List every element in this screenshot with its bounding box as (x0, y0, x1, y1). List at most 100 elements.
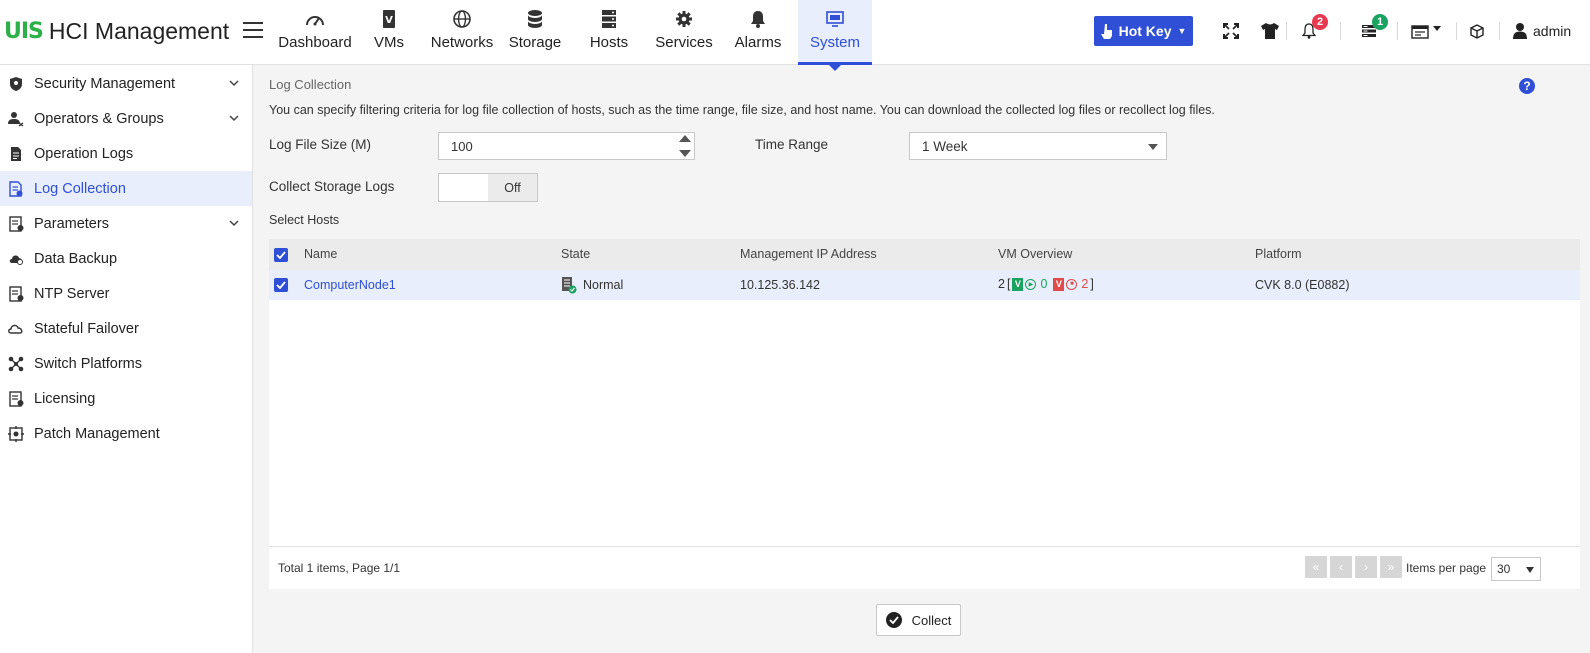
toggle-on-side (439, 174, 488, 201)
console-menu-icon[interactable] (1409, 20, 1445, 42)
bracket-close: ] (1090, 277, 1094, 291)
chevron-down-icon (228, 112, 240, 124)
server-icon (598, 8, 620, 30)
breadcrumb: Log Collection (269, 77, 352, 92)
select-all-checkbox[interactable] (274, 248, 288, 262)
row-checkbox[interactable] (274, 278, 288, 292)
speedometer-icon (304, 8, 326, 30)
nav-label: Dashboard (278, 34, 352, 51)
nav-alarms[interactable]: Alarms (718, 0, 798, 65)
ntp-icon (8, 285, 24, 302)
chevron-down-icon (228, 77, 240, 89)
column-header-platform[interactable]: Platform (1255, 247, 1302, 261)
task-badge: 1 (1372, 14, 1388, 30)
sidebar-item-label: Operators & Groups (34, 110, 164, 127)
failover-icon (8, 321, 24, 337)
collect-button[interactable]: Collect (876, 604, 961, 636)
items-per-page-label: Items per page (1406, 561, 1487, 575)
help-icon[interactable]: ? (1519, 78, 1535, 94)
uis-logo-mark: UIS (4, 18, 44, 44)
time-range-value: 1 Week (922, 138, 968, 154)
vm-stopped-count: 2 (1081, 277, 1089, 291)
sidebar-item-data-backup[interactable]: Data Backup (0, 241, 252, 276)
tasks-list-icon[interactable]: 1 (1358, 14, 1388, 42)
table-header: Name State Management IP Address VM Over… (269, 239, 1580, 270)
vm-icon: V (378, 8, 400, 30)
sidebar-item-parameters[interactable]: Parameters (0, 206, 252, 241)
hot-key-button[interactable]: Hot Key ▼ (1094, 16, 1193, 46)
sidebar-item-label: Data Backup (34, 250, 118, 267)
toolbar-divider (1456, 22, 1457, 40)
sidebar-item-label: Operation Logs (34, 145, 134, 162)
toolbar-divider (1499, 22, 1500, 40)
column-header-vm-overview[interactable]: VM Overview (998, 247, 1072, 261)
column-header-state[interactable]: State (561, 247, 590, 261)
fullscreen-icon[interactable] (1220, 20, 1242, 42)
sidebar-item-licensing[interactable]: Licensing (0, 381, 252, 416)
host-name-link[interactable]: ComputerNode1 (304, 278, 396, 292)
column-header-name[interactable]: Name (304, 247, 337, 261)
toolbar-divider (1397, 22, 1398, 40)
host-ip: 10.125.36.142 (740, 278, 820, 292)
collect-storage-logs-toggle[interactable]: Off (438, 173, 538, 202)
first-page-icon[interactable]: « (1305, 556, 1327, 578)
sidebar: Security Management Operators & Groups O… (0, 65, 253, 653)
sidebar-item-label: Switch Platforms (34, 355, 142, 372)
decrement-arrow-icon[interactable] (679, 150, 691, 157)
nav-vms[interactable]: V VMs (356, 0, 422, 65)
nav-label: Networks (430, 34, 494, 51)
sidebar-item-patch-management[interactable]: Patch Management (0, 416, 252, 451)
log-file-size-input[interactable]: 100 (438, 132, 695, 160)
document-icon (8, 146, 24, 162)
time-range-select[interactable]: 1 Week (909, 132, 1167, 160)
nav-networks[interactable]: Networks (422, 0, 502, 65)
column-header-ip[interactable]: Management IP Address (740, 247, 877, 261)
sidebar-item-label: Log Collection (34, 180, 126, 197)
notification-bell-icon[interactable]: 2 (1298, 14, 1328, 42)
time-range-label: Time Range (755, 137, 829, 152)
prev-page-icon[interactable]: ‹ (1330, 556, 1352, 578)
nav-hosts[interactable]: Hosts (568, 0, 650, 65)
bracket-open: [ (1006, 277, 1011, 291)
nav-system[interactable]: System (798, 0, 872, 71)
next-page-icon[interactable]: › (1355, 556, 1377, 578)
user-menu[interactable]: admin (1513, 20, 1571, 42)
nav-services[interactable]: Services (650, 0, 718, 65)
sidebar-item-operators-groups[interactable]: Operators & Groups (0, 101, 252, 136)
hand-pointer-icon (1100, 23, 1113, 39)
sidebar-item-label: Patch Management (34, 425, 160, 442)
sidebar-item-label: Licensing (34, 390, 96, 407)
items-per-page-select[interactable]: 30 (1491, 557, 1541, 581)
chevron-down-icon (228, 217, 240, 229)
nav-storage[interactable]: Storage (502, 0, 568, 65)
increment-arrow-icon[interactable] (679, 135, 691, 142)
app-logo[interactable]: UIS HCI Management (4, 16, 229, 46)
menu-toggle-icon[interactable] (243, 22, 263, 38)
vm-running-count: 0 (1040, 277, 1048, 291)
sidebar-item-ntp-server[interactable]: NTP Server (0, 276, 252, 311)
package-box-icon[interactable] (1466, 20, 1488, 42)
sidebar-item-log-collection[interactable]: Log Collection (0, 171, 252, 206)
table-row[interactable]: ComputerNode1 Normal 10.125.36.142 2 [ V… (269, 270, 1580, 300)
sidebar-item-switch-platforms[interactable]: Switch Platforms (0, 346, 252, 381)
number-stepper[interactable] (678, 135, 692, 157)
nav-label: System (809, 34, 860, 51)
stopped-vm-icon: V (1053, 277, 1065, 291)
nav-dashboard[interactable]: Dashboard (274, 0, 356, 65)
pagination-summary: Total 1 items, Page 1/1 (278, 561, 401, 575)
sidebar-item-operation-logs[interactable]: Operation Logs (0, 136, 252, 171)
page-description: You can specify filtering criteria for l… (269, 103, 1215, 117)
main-nav: Dashboard V VMs Networks Storage Hosts S… (274, 0, 872, 71)
top-bar: UIS HCI Management Dashboard V VMs Netwo… (0, 0, 1590, 71)
theme-shirt-icon[interactable] (1259, 20, 1281, 42)
log-file-size-value: 100 (451, 138, 473, 154)
sidebar-item-stateful-failover[interactable]: Stateful Failover (0, 311, 252, 346)
cloud-backup-icon (8, 251, 24, 267)
items-per-page-value: 30 (1497, 562, 1511, 576)
last-page-icon[interactable]: » (1380, 556, 1402, 578)
main-content: Log Collection ? You can specify filteri… (253, 65, 1590, 653)
sidebar-item-security-management[interactable]: Security Management (0, 66, 252, 101)
monitor-icon (824, 8, 846, 30)
log-collection-icon (8, 180, 24, 197)
license-icon (8, 390, 24, 407)
